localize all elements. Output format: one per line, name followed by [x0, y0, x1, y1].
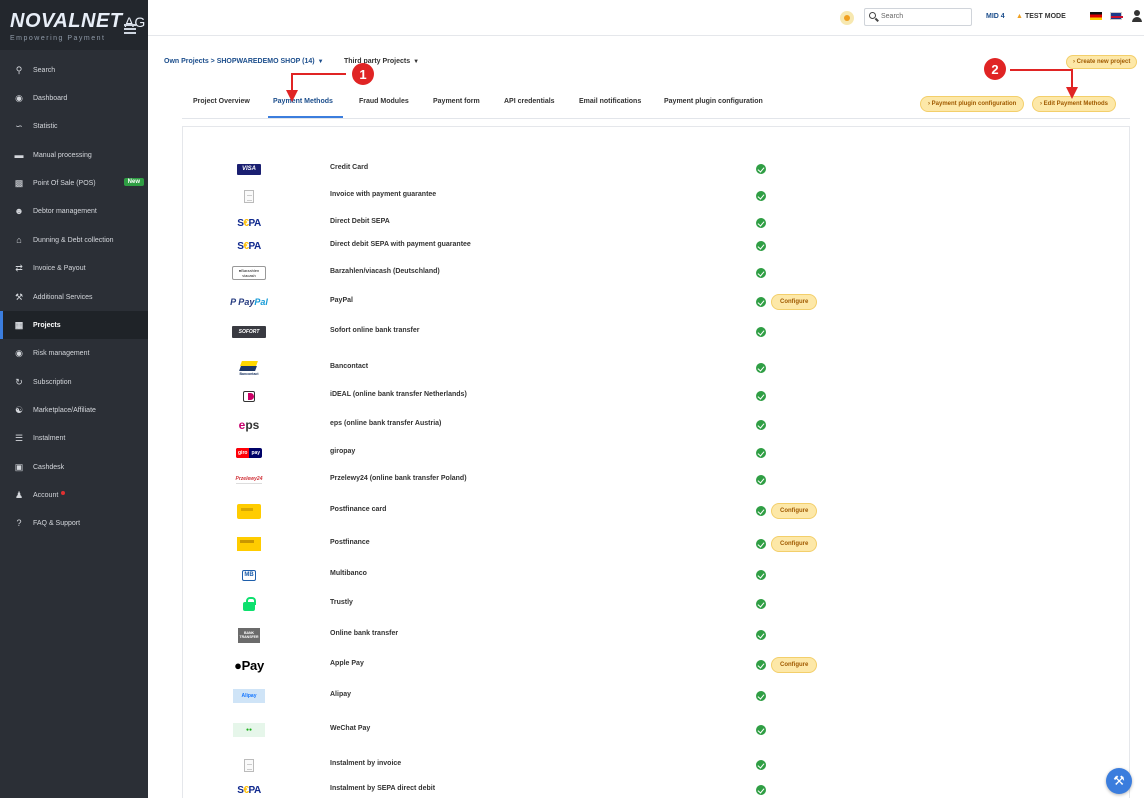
- annotation-marker-2: 2: [984, 58, 1006, 80]
- support-wrench-button[interactable]: ⚒: [1106, 768, 1132, 794]
- annotation-arrow-2: [1010, 69, 1078, 99]
- annotation-arrows: [286, 69, 1078, 102]
- wrench-icon: ⚒: [1113, 773, 1125, 788]
- annotation-marker-1: 1: [352, 63, 374, 85]
- annotation-arrow-1: [286, 73, 346, 102]
